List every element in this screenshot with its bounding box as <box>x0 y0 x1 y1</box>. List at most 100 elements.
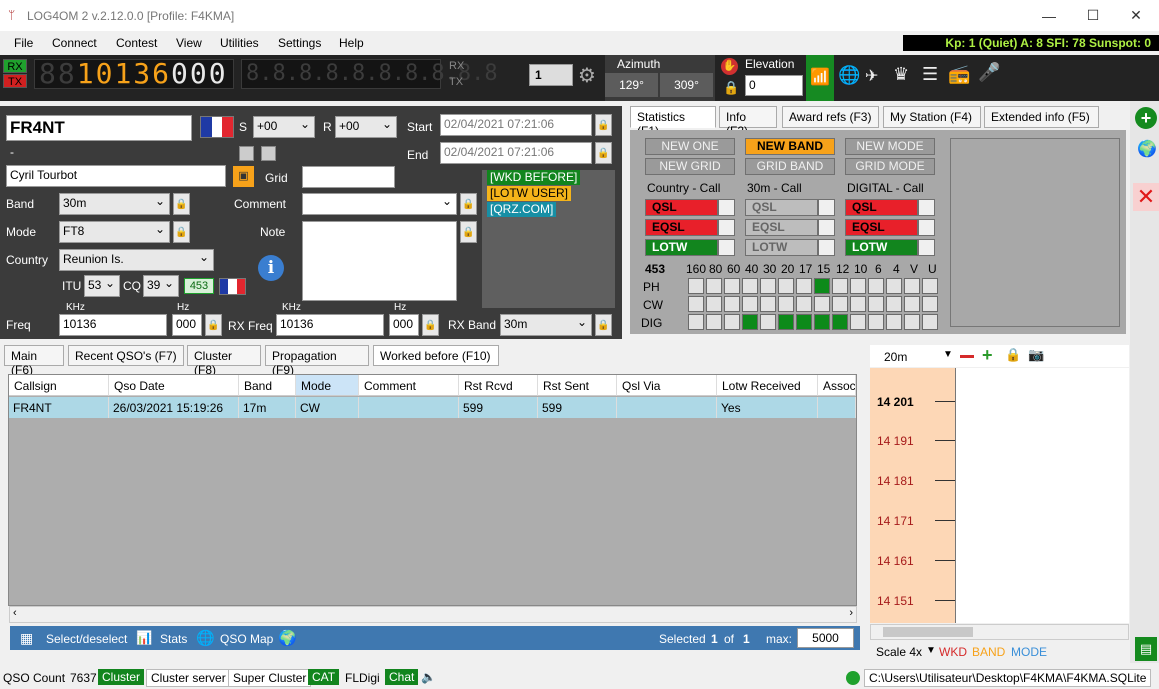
bandmap-band-value[interactable]: 20m <box>884 350 907 364</box>
col-qso-date[interactable]: Qso Date <box>109 375 239 396</box>
stats-button[interactable]: Stats <box>160 632 187 646</box>
globe-icon[interactable]: 🌐 <box>838 65 860 86</box>
tab-info[interactable]: Info (F2) <box>719 106 777 138</box>
cq-select[interactable]: 39 <box>143 275 179 297</box>
cluster-server-status[interactable]: Cluster server <box>146 669 231 687</box>
comment-lock-icon[interactable]: 🔒 <box>460 193 477 215</box>
server-icon[interactable]: ☰ <box>922 64 938 85</box>
world-icon[interactable]: 🌍 <box>1137 139 1157 159</box>
google-earth-icon[interactable]: 🌍 <box>278 629 297 647</box>
col-qsl-via[interactable]: Qsl Via <box>617 375 717 396</box>
vfo-spinner[interactable]: 1 <box>529 64 573 86</box>
scale-dropdown-icon[interactable]: ▼ <box>926 645 936 656</box>
freq-hz-input[interactable]: 000 <box>172 314 202 336</box>
tab-main[interactable]: Main (F6) <box>4 345 64 377</box>
tab-cluster[interactable]: Cluster (F8) <box>187 345 261 377</box>
lock-icon[interactable]: 🔒 <box>723 80 739 96</box>
grid-input[interactable] <box>302 166 395 188</box>
tab-award-refs[interactable]: Award refs (F3) <box>782 106 879 128</box>
minimize-button[interactable]: — <box>1026 0 1072 31</box>
start-time-input[interactable]: 02/04/2021 07:21:06 <box>440 114 592 136</box>
max-input[interactable]: 5000 <box>797 628 854 648</box>
qrz-lookup-icon[interactable]: ▣ <box>233 166 254 187</box>
antenna-icon[interactable]: 📶 <box>806 55 834 101</box>
cat-status[interactable]: CAT <box>308 669 340 685</box>
select-deselect-button[interactable]: Select/deselect <box>46 632 127 646</box>
rst-rcvd-select[interactable]: +00 <box>335 116 397 138</box>
bandmap-camera-icon[interactable]: 📷 <box>1028 347 1044 363</box>
qso-map-icon[interactable]: 🌐 <box>196 629 215 647</box>
comment-select[interactable] <box>302 193 457 215</box>
bandmap-scrollbar[interactable] <box>870 624 1129 640</box>
add-qso-icon[interactable]: + <box>1135 107 1157 129</box>
menu-connect[interactable]: Connect <box>52 36 97 50</box>
gear-icon[interactable]: ⚙ <box>578 63 596 88</box>
end-lock-icon[interactable]: 🔒 <box>595 142 612 164</box>
col-comment[interactable]: Comment <box>359 375 459 396</box>
tab-statistics[interactable]: Statistics (F1) <box>630 106 716 138</box>
close-button[interactable]: ✕ <box>1113 0 1159 31</box>
scroll-left-icon[interactable]: ‹ <box>13 607 17 619</box>
cluster-status[interactable]: Cluster <box>98 669 145 685</box>
azimuth-long-path[interactable]: 309° <box>660 73 713 97</box>
tab-recent-qsos[interactable]: Recent QSO's (F7) <box>68 345 184 366</box>
name-input[interactable]: Cyril Tourbot <box>6 165 226 187</box>
col-rst-sent[interactable]: Rst Sent <box>538 375 617 396</box>
speaker-icon[interactable]: 🔈 <box>421 670 436 684</box>
country-select[interactable]: Reunion Is. <box>59 249 214 271</box>
note-lock-icon[interactable]: 🔒 <box>460 221 477 243</box>
info-icon[interactable]: i <box>258 255 284 281</box>
menu-contest[interactable]: Contest <box>116 36 157 50</box>
select-grid-icon[interactable]: ▦ <box>20 630 33 647</box>
tab-my-station[interactable]: My Station (F4) <box>883 106 981 128</box>
toggle-box-1[interactable] <box>239 146 254 161</box>
frequency-display[interactable]: 8810136000 <box>34 59 234 89</box>
azimuth-short-path[interactable]: 129° <box>605 73 658 97</box>
tab-extended-info[interactable]: Extended info (F5) <box>984 106 1099 128</box>
col-band[interactable]: Band <box>239 375 296 396</box>
stats-icon[interactable]: 📊 <box>136 630 152 646</box>
menu-help[interactable]: Help <box>339 36 364 50</box>
menu-file[interactable]: File <box>14 36 33 50</box>
scroll-right-icon[interactable]: › <box>849 607 853 619</box>
col-lotw-received[interactable]: Lotw Received <box>717 375 818 396</box>
freq-input[interactable]: 10136 <box>59 314 167 336</box>
tab-worked-before[interactable]: Worked before (F10) <box>373 345 499 366</box>
radio-icon[interactable]: 📻 <box>948 64 970 85</box>
bandmap-lock-icon[interactable]: 🔒 <box>1005 347 1021 363</box>
rxfreq-input[interactable]: 10136 <box>276 314 384 336</box>
maximize-button[interactable]: ☐ <box>1070 0 1116 31</box>
menu-view[interactable]: View <box>176 36 202 50</box>
db-icon[interactable]: ▤ <box>1135 637 1157 661</box>
end-time-input[interactable]: 02/04/2021 07:21:06 <box>440 142 592 164</box>
menu-settings[interactable]: Settings <box>278 36 321 50</box>
rxfreq-lock-icon[interactable]: 🔒 <box>422 314 439 336</box>
fldigi-status[interactable]: FLDigi <box>345 671 380 685</box>
rst-sent-select[interactable]: +00 <box>253 116 315 138</box>
elevation-input[interactable]: 0 <box>745 75 803 96</box>
col-rst-rcvd[interactable]: Rst Rcvd <box>459 375 538 396</box>
rxband-lock-icon[interactable]: 🔒 <box>595 314 612 336</box>
microphone-icon[interactable]: 🎤 <box>978 62 1000 83</box>
bandmap-band-dropdown-icon[interactable]: ▼ <box>943 349 953 360</box>
freq-lock-icon[interactable]: 🔒 <box>205 314 222 336</box>
band-select[interactable]: 30m <box>59 193 170 215</box>
toggle-box-2[interactable] <box>261 146 276 161</box>
zoom-in-icon[interactable]: + <box>982 345 993 366</box>
super-cluster-status[interactable]: Super Cluster <box>228 669 312 687</box>
menu-utilities[interactable]: Utilities <box>220 36 259 50</box>
col-mode[interactable]: Mode <box>296 375 359 396</box>
satellite-icon[interactable]: ✈ <box>865 66 878 86</box>
bandmap-scale-value[interactable]: Scale 4x <box>876 645 922 659</box>
tab-propagation[interactable]: Propagation (F9) <box>265 345 369 377</box>
horizontal-scrollbar[interactable]: ‹ › <box>9 606 857 623</box>
stop-rotator-icon[interactable]: ✋ <box>721 58 738 75</box>
award-icon[interactable]: ♛ <box>893 64 909 85</box>
col-callsign[interactable]: Callsign <box>9 375 109 396</box>
clear-qso-icon[interactable]: ✕ <box>1133 183 1159 211</box>
start-lock-icon[interactable]: 🔒 <box>595 114 612 136</box>
rxfreq-hz-input[interactable]: 000 <box>389 314 419 336</box>
chat-status[interactable]: Chat <box>385 669 419 685</box>
rxband-select[interactable]: 30m <box>500 314 592 336</box>
bandmap-scroll-thumb[interactable] <box>883 627 973 637</box>
